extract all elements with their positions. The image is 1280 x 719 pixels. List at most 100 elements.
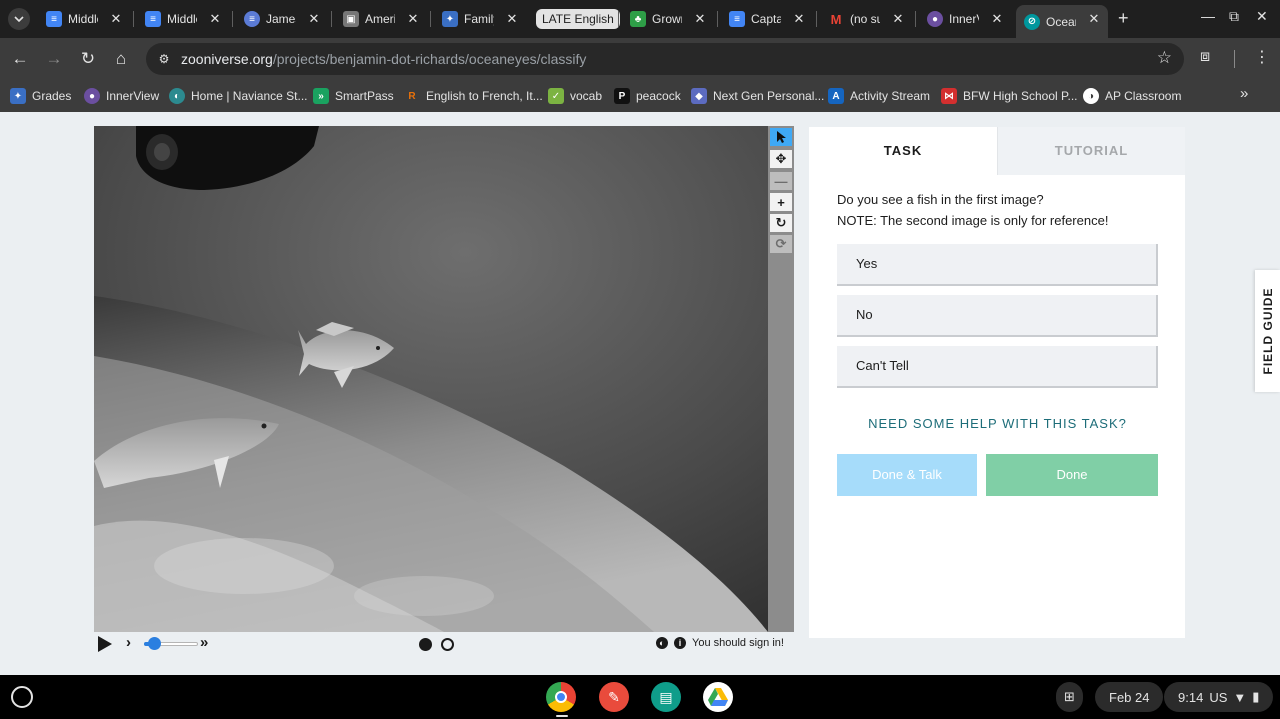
bookmark-item[interactable]: » SmartPass [313,86,394,106]
field-guide-tab[interactable]: FIELD GUIDE [1255,270,1280,392]
close-icon[interactable]: ✕ [791,11,807,27]
canvas-paint-icon[interactable]: ✎ [599,682,629,712]
naviance-icon: ◐ [169,88,185,104]
done-button[interactable]: Done [986,454,1158,496]
bookmark-item[interactable]: ◑ AP Classroom [1083,86,1181,106]
close-icon[interactable]: ✕ [692,11,708,27]
tab-title: Middle [167,12,197,26]
tab-title: Capta [751,12,781,26]
close-icon[interactable]: ✕ [405,11,421,27]
home-icon[interactable]: ⌂ [110,48,132,70]
answer-yes-button[interactable]: Yes [837,244,1158,286]
info-icon[interactable]: i [674,637,686,649]
browser-tab[interactable]: ≡ Capta ✕ [721,5,813,33]
back-arrow-icon[interactable]: ← [9,48,31,70]
new-tab-button[interactable]: + [1118,8,1129,28]
done-and-talk-button[interactable]: Done & Talk [837,454,977,496]
bookmark-item[interactable]: R English to French, It... [404,86,542,106]
bookmark-label: peacock [636,89,681,103]
star-icon[interactable]: ☆ [1157,48,1172,68]
close-icon[interactable]: ✕ [207,11,223,27]
browser-tab[interactable]: ▣ Ameri ✕ [335,5,427,33]
extensions-icon[interactable]: ⧈ [1200,48,1210,66]
field-guide-label: FIELD GUIDE [1260,287,1275,375]
browser-tab[interactable]: ≡ Middle ✕ [137,5,229,33]
innerview-icon: ● [927,11,943,27]
answer-no-button[interactable]: No [837,295,1158,337]
move-icon[interactable]: ✥ [770,150,792,168]
browser-tab[interactable]: ✦ Family ✕ [434,5,526,33]
reset-icon[interactable]: ⟳ [770,235,792,253]
slider-thumb[interactable] [148,637,161,650]
play-icon[interactable] [98,636,112,652]
task-help-link[interactable]: NEED SOME HELP WITH THIS TASK? [837,416,1158,431]
chevron-right-icon[interactable]: › [126,634,131,651]
bookmark-item[interactable]: ◆ Next Gen Personal... [691,86,824,106]
date-tray[interactable]: Feb 24 [1095,682,1164,712]
date-label: Feb 24 [1109,689,1150,705]
activity-icon: A [828,88,844,104]
launcher-icon[interactable] [11,686,33,708]
tab-task[interactable]: TASK [809,127,997,175]
bookmark-item[interactable]: ● InnerView [84,86,159,106]
browser-tab[interactable]: ≡ Middle ✕ [38,5,130,33]
close-icon[interactable]: ✕ [504,11,520,27]
rotate-icon[interactable]: ↻ [770,214,792,232]
bookmark-label: AP Classroom [1105,89,1182,103]
double-chevron-right-icon[interactable]: » [200,634,208,651]
answer-cant-tell-button[interactable]: Can't Tell [837,346,1158,388]
frame-dot-1[interactable] [419,638,432,651]
bookmark-label: BFW High School P... [963,89,1078,103]
bookmark-item[interactable]: A Activity Stream [828,86,930,106]
zoom-in-icon[interactable]: + [770,193,792,211]
reverso-icon: R [408,90,416,102]
bookmark-item[interactable]: ✦ Grades [10,86,71,106]
browser-tab-active[interactable]: ⊘ Ocean ✕ [1016,5,1108,38]
frame-dot-2[interactable] [441,638,454,651]
restore-icon[interactable]: ⧉ [1229,8,1239,25]
tab-group-chip[interactable]: LATE English [536,9,620,29]
bookmark-label: Activity Stream [850,89,931,103]
docs-icon: ≡ [145,11,161,27]
invert-contrast-icon[interactable]: ◐ [656,637,668,649]
more-menu-icon[interactable]: ⋮ [1254,47,1270,67]
tab-tutorial[interactable]: TUTORIAL [997,127,1185,175]
reload-icon[interactable]: ↻ [77,48,99,70]
chrome-icon[interactable] [546,682,576,712]
browser-tab[interactable]: ● InnerV ✕ [919,5,1011,33]
close-icon[interactable]: ✕ [306,11,322,27]
browser-toolbar: ← → ↻ ⌂ ⚙ zooniverse.org/projects/benjam… [0,38,1280,80]
url-text[interactable]: zooniverse.org/projects/benjamin-dot-ric… [181,51,586,67]
url-path: /projects/benjamin-dot-richards/oceaneye… [272,51,587,67]
tab-search-button[interactable] [8,8,30,30]
bookmark-item[interactable]: ✓ vocab [548,86,602,106]
battery-icon: ▮ [1252,689,1260,704]
close-icon[interactable]: ✕ [108,11,124,27]
browser-tab[interactable]: ≡ James ✕ [236,5,328,33]
double-chevron-right-icon[interactable]: » [1240,85,1248,102]
subject-image-viewer[interactable] [94,126,768,632]
wifi-icon: ▼ [1233,689,1247,705]
minimize-icon[interactable]: — [1201,8,1215,24]
bookmark-label: vocab [570,89,603,103]
forward-arrow-icon[interactable]: → [43,48,65,70]
zoom-out-icon[interactable]: — [770,172,792,190]
holding-space-icon[interactable]: ⊞ [1056,682,1083,712]
close-icon[interactable]: ✕ [989,11,1005,27]
close-icon[interactable]: ✕ [1086,11,1102,27]
pointer-icon[interactable] [770,128,792,146]
viewer-toolbar: ✥ — + ↻ ⟳ [768,126,794,632]
site-info-icon[interactable]: ⚙ [154,49,174,69]
browser-tab[interactable]: ♣ Grown ✕ [622,5,714,33]
bookmark-item[interactable]: ⋈ BFW High School P... [941,86,1078,106]
task-panel: TASK TUTORIAL Do you see a fish in the f… [809,127,1185,638]
address-bar[interactable]: ⚙ zooniverse.org/projects/benjamin-dot-r… [146,43,1184,75]
classroom-icon[interactable]: ▤ [651,682,681,712]
drive-icon[interactable] [703,682,733,712]
bookmark-item[interactable]: Ppeacock [614,86,681,106]
browser-tab[interactable]: M (no su ✕ [820,5,912,33]
status-tray[interactable]: 9:14 US ▼ ▮ [1164,682,1274,712]
close-icon[interactable]: ✕ [890,11,906,27]
window-close-icon[interactable]: ✕ [1256,8,1268,25]
bookmark-item[interactable]: ◐ Home | Naviance St... [169,86,308,106]
